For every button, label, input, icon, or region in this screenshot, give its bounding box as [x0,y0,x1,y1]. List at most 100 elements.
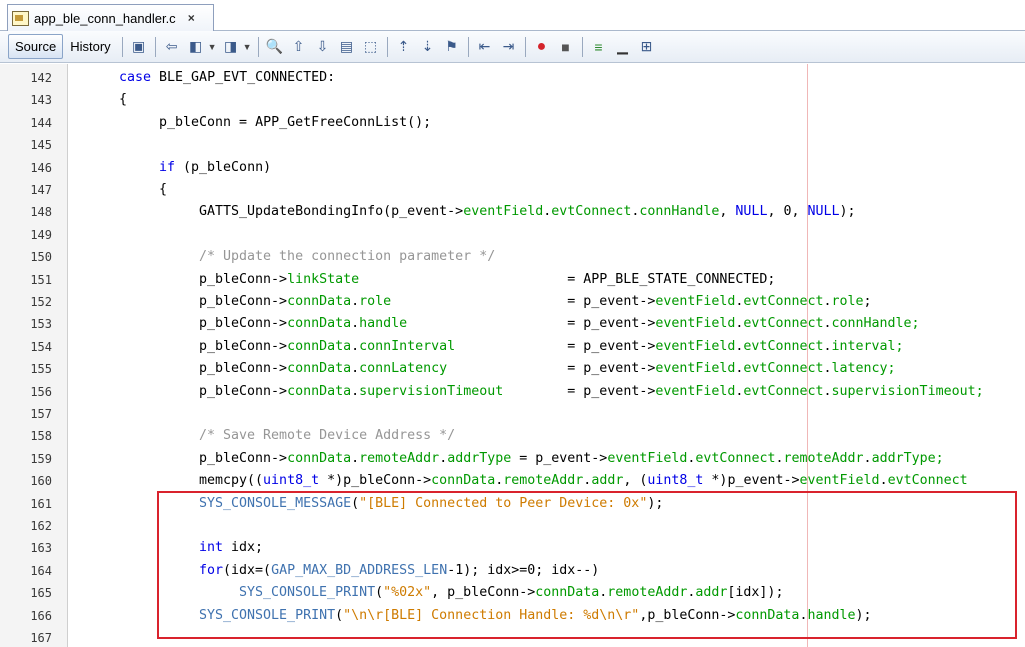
code-token: remoteAddr [359,450,440,466]
code-token: evtConnect [695,450,776,466]
uncomment-icon[interactable]: ▁ [614,38,632,56]
code-token: *)p_event-> [703,473,800,489]
find-selection-icon[interactable]: ⬚ [362,38,380,56]
toolbar-separator [524,36,526,57]
code-line[interactable]: if (p_bleConn) [159,157,271,179]
shift-right-icon[interactable]: ⇥ [500,38,518,56]
toggle-bookmark-icon[interactable]: ⚑ [443,38,461,56]
code-token: eventField [463,204,544,220]
code-token: . [439,450,448,466]
code-token: p_bleConn-> [199,361,288,377]
chevron-down-icon[interactable]: ▼ [243,42,252,52]
code-line[interactable]: { [119,89,127,111]
code-line[interactable]: p_bleConn->connData.supervisionTimeout =… [199,381,984,403]
code-line[interactable]: p_bleConn->connData.connLatency = p_even… [199,358,896,380]
code-token: connData [287,383,352,399]
code-token: , ( [623,473,648,489]
line-number: 145 [30,138,52,153]
code-token: = p_event-> [391,294,656,309]
find-icon[interactable]: 🔍 [266,38,284,56]
line-number: 149 [30,227,52,242]
close-tab-icon[interactable]: × [188,11,195,25]
code-line[interactable]: p_bleConn->connData.connInterval = p_eve… [199,336,904,358]
line-number: 148 [30,205,52,220]
diff-icon[interactable]: ⊞ [638,38,656,56]
file-tab-label: app_ble_conn_handler.c [34,10,176,26]
next-bookmark-icon[interactable]: ⇣ [419,38,437,56]
code-token: if [159,159,176,175]
line-number: 166 [30,608,52,623]
code-line[interactable]: { [159,179,167,201]
code-line[interactable]: /* Save Remote Device Address */ [199,425,455,447]
code-token: . [351,383,360,399]
line-number: 164 [30,563,52,578]
find-next-icon[interactable]: ⇩ [314,38,332,56]
code-token: evtConnect [887,473,968,489]
code-line[interactable]: GATTS_UpdateBondingInfo(p_event->eventFi… [199,201,856,223]
stop-macro-icon[interactable]: ■ [557,38,575,56]
code-line[interactable]: p_bleConn->connData.role = p_event->even… [199,291,872,313]
code-token: latency; [831,361,896,377]
code-line[interactable]: p_bleConn->linkState = APP_BLE_STATE_CON… [199,269,775,291]
line-number: 160 [30,474,52,489]
line-number: 143 [30,93,52,108]
chevron-down-icon[interactable]: ▼ [208,42,217,52]
code-token: BLE_GAP_EVT_CONNECTED: [159,70,336,85]
line-number: 165 [30,586,52,601]
code-line[interactable]: p_bleConn->connData.handle = p_event->ev… [199,313,920,335]
code-line[interactable]: memcpy((uint8_t *)p_bleConn->connData.re… [199,470,968,492]
toolbar-separator [121,36,123,57]
code-line[interactable]: p_bleConn->connData.remoteAddr.addrType … [199,448,944,470]
code-token: connHandle; [831,316,920,332]
code-token: eventField [655,338,736,354]
back-history-icon[interactable]: ◧ [187,38,205,56]
back-icon[interactable]: ⇦ [163,38,181,56]
code-token: . [351,361,360,377]
shift-left-icon[interactable]: ⇤ [476,38,494,56]
code-line[interactable]: case BLE_GAP_EVT_CONNECTED: [119,67,335,89]
toggle-highlight-icon[interactable]: ▤ [338,38,356,56]
last-edit-icon[interactable]: ▣ [130,38,148,56]
line-number: 157 [30,407,52,421]
line-number: 158 [30,429,52,444]
comment-icon[interactable]: ≡ [590,38,608,56]
line-number: 159 [30,451,52,466]
code-token: connLatency [359,361,448,377]
code-token: evtConnect [743,316,824,332]
code-token: connData [431,473,496,489]
line-number: 162 [30,519,52,533]
previous-bookmark-icon[interactable]: ⇡ [395,38,413,56]
code-token: = p_event-> [511,450,608,466]
code-line[interactable]: /* Update the connection parameter */ [199,246,495,268]
code-token: evtConnect [743,361,824,377]
code-token: . [823,383,832,399]
code-line[interactable]: p_bleConn = APP_GetFreeConnList(); [159,112,431,134]
code-token: NULL [807,204,840,220]
record-macro-icon[interactable]: ● [533,38,551,56]
history-view-button[interactable]: History [63,34,117,59]
line-number: 153 [30,317,52,332]
code-token: p_bleConn-> [199,450,288,466]
forward-history-icon[interactable]: ◨ [222,38,240,56]
code-token: addr [591,473,624,489]
source-view-button[interactable]: Source [8,34,64,59]
code-token: NULL [735,204,768,220]
code-token: . [351,316,360,332]
code-token: handle [359,316,408,332]
code-token: = p_event-> [447,361,656,377]
c-file-icon [12,10,29,26]
code-token: eventField [655,294,736,309]
code-token: /* Update the connection parameter */ [199,249,496,265]
toolbar-separator [257,36,259,57]
code-token: = p_event-> [503,383,656,399]
code-token: connData [287,338,352,354]
code-token: interval; [831,338,904,354]
file-tab[interactable]: app_ble_conn_handler.c × [7,4,214,31]
line-number: 150 [30,250,52,265]
code-token: p_bleConn-> [199,338,288,354]
code-token: eventField [799,473,880,489]
find-previous-icon[interactable]: ⇧ [290,38,308,56]
code-token: . [879,473,888,489]
code-token: uint8_t [647,473,704,489]
toolbar-separator [581,36,583,57]
